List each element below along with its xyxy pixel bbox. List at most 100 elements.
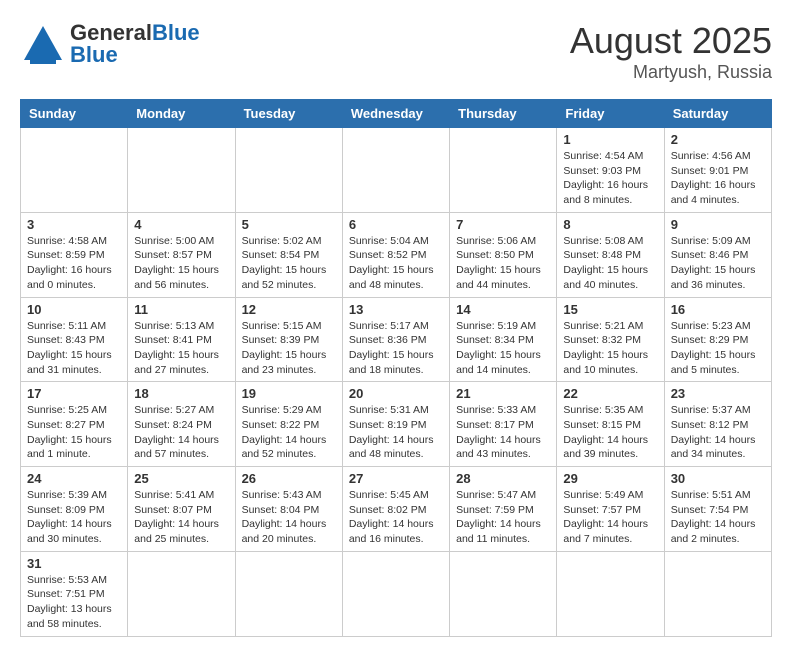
day-info: Sunrise: 4:54 AM Sunset: 9:03 PM Dayligh… [563, 149, 657, 208]
table-row: 13Sunrise: 5:17 AM Sunset: 8:36 PM Dayli… [342, 297, 449, 382]
calendar-table: Sunday Monday Tuesday Wednesday Thursday… [20, 99, 772, 637]
table-row [664, 551, 771, 636]
table-row: 1 Sunrise: 4:54 AM Sunset: 9:03 PM Daylig… [557, 128, 664, 213]
table-row: 12 Sunrise: 5:15 AM Sunset: 8:39 PM Dayli… [235, 297, 342, 382]
day-number: 3 [27, 217, 121, 232]
day-info: Sunrise: 5:25 AM Sunset: 8:27 PM Dayligh… [27, 403, 121, 462]
table-row: 28 Sunrise: 5:47 AM Sunset: 7:59 PM Dayli… [450, 467, 557, 552]
day-info: Sunrise: 5:23 AM Sunset: 8:29 PM Dayligh… [671, 319, 765, 378]
day-info: Sunrise: 5:08 AM Sunset: 8:48 PM Dayligh… [563, 234, 657, 293]
table-row: 9 Sunrise: 5:09 AM Sunset: 8:46 PM Daylig… [664, 212, 771, 297]
day-info: Sunrise: 5:31 AM Sunset: 8:19 PM Dayligh… [349, 403, 443, 462]
table-row: 5 Sunrise: 5:02 AM Sunset: 8:54 PM Daylig… [235, 212, 342, 297]
day-number: 17 [27, 386, 121, 401]
logo: GeneralBlue Blue [20, 20, 200, 68]
weekday-header-row: Sunday Monday Tuesday Wednesday Thursday… [21, 100, 772, 128]
day-info: Sunrise: 5:15 AM Sunset: 8:39 PM Dayligh… [242, 319, 336, 378]
day-number: 28 [456, 471, 550, 486]
calendar-subtitle: Martyush, Russia [570, 62, 772, 83]
day-info: Sunrise: 5:47 AM Sunset: 7:59 PM Dayligh… [456, 488, 550, 547]
header-wednesday: Wednesday [342, 100, 449, 128]
day-number: 25 [134, 471, 228, 486]
day-number: 21 [456, 386, 550, 401]
page-header: GeneralBlue Blue August 2025 Martyush, R… [20, 20, 772, 83]
day-info: Sunrise: 5:04 AM Sunset: 8:52 PM Dayligh… [349, 234, 443, 293]
day-info: Sunrise: 5:51 AM Sunset: 7:54 PM Dayligh… [671, 488, 765, 547]
day-number: 1 [563, 132, 657, 147]
table-row: 19 Sunrise: 5:29 AM Sunset: 8:22 PM Dayli… [235, 382, 342, 467]
day-number: 20 [349, 386, 443, 401]
table-row [342, 128, 449, 213]
day-number: 4 [134, 217, 228, 232]
day-number: 12 [242, 302, 336, 317]
table-row [235, 551, 342, 636]
table-row: 30 Sunrise: 5:51 AM Sunset: 7:54 PM Dayli… [664, 467, 771, 552]
day-number: 8 [563, 217, 657, 232]
table-row: 26 Sunrise: 5:43 AM Sunset: 8:04 PM Dayli… [235, 467, 342, 552]
table-row [128, 128, 235, 213]
day-info: Sunrise: 5:09 AM Sunset: 8:46 PM Dayligh… [671, 234, 765, 293]
day-info: Sunrise: 5:27 AM Sunset: 8:24 PM Dayligh… [134, 403, 228, 462]
day-number: 22 [563, 386, 657, 401]
day-number: 29 [563, 471, 657, 486]
day-info: Sunrise: 5:41 AM Sunset: 8:07 PM Dayligh… [134, 488, 228, 547]
table-row: 18 Sunrise: 5:27 AM Sunset: 8:24 PM Dayli… [128, 382, 235, 467]
table-row: 3Sunrise: 4:58 AM Sunset: 8:59 PM Daylig… [21, 212, 128, 297]
table-row [128, 551, 235, 636]
day-number: 30 [671, 471, 765, 486]
day-info: Sunrise: 5:21 AM Sunset: 8:32 PM Dayligh… [563, 319, 657, 378]
day-number: 26 [242, 471, 336, 486]
table-row: 31Sunrise: 5:53 AM Sunset: 7:51 PM Dayli… [21, 551, 128, 636]
day-number: 5 [242, 217, 336, 232]
logo-icon [20, 24, 66, 64]
header-friday: Friday [557, 100, 664, 128]
table-row [342, 551, 449, 636]
day-info: Sunrise: 5:13 AM Sunset: 8:41 PM Dayligh… [134, 319, 228, 378]
table-row: 2Sunrise: 4:56 AM Sunset: 9:01 PM Daylig… [664, 128, 771, 213]
table-row: 20 Sunrise: 5:31 AM Sunset: 8:19 PM Dayli… [342, 382, 449, 467]
header-saturday: Saturday [664, 100, 771, 128]
calendar-title: August 2025 [570, 20, 772, 62]
table-row: 16 Sunrise: 5:23 AM Sunset: 8:29 PM Dayli… [664, 297, 771, 382]
day-info: Sunrise: 5:19 AM Sunset: 8:34 PM Dayligh… [456, 319, 550, 378]
day-number: 24 [27, 471, 121, 486]
day-number: 14 [456, 302, 550, 317]
day-number: 7 [456, 217, 550, 232]
day-info: Sunrise: 5:37 AM Sunset: 8:12 PM Dayligh… [671, 403, 765, 462]
day-number: 11 [134, 302, 228, 317]
table-row: 17 Sunrise: 5:25 AM Sunset: 8:27 PM Dayli… [21, 382, 128, 467]
table-row: 15Sunrise: 5:21 AM Sunset: 8:32 PM Dayli… [557, 297, 664, 382]
day-info: Sunrise: 5:00 AM Sunset: 8:57 PM Dayligh… [134, 234, 228, 293]
table-row [557, 551, 664, 636]
header-monday: Monday [128, 100, 235, 128]
day-number: 2 [671, 132, 765, 147]
table-row: 22Sunrise: 5:35 AM Sunset: 8:15 PM Dayli… [557, 382, 664, 467]
day-number: 19 [242, 386, 336, 401]
day-number: 27 [349, 471, 443, 486]
day-info: Sunrise: 5:53 AM Sunset: 7:51 PM Dayligh… [27, 573, 121, 632]
day-number: 6 [349, 217, 443, 232]
table-row [450, 551, 557, 636]
day-info: Sunrise: 5:02 AM Sunset: 8:54 PM Dayligh… [242, 234, 336, 293]
day-info: Sunrise: 5:06 AM Sunset: 8:50 PM Dayligh… [456, 234, 550, 293]
day-number: 10 [27, 302, 121, 317]
table-row [235, 128, 342, 213]
table-row: 27 Sunrise: 5:45 AM Sunset: 8:02 PM Dayli… [342, 467, 449, 552]
header-tuesday: Tuesday [235, 100, 342, 128]
day-info: Sunrise: 5:45 AM Sunset: 8:02 PM Dayligh… [349, 488, 443, 547]
day-info: Sunrise: 5:43 AM Sunset: 8:04 PM Dayligh… [242, 488, 336, 547]
table-row: 21 Sunrise: 5:33 AM Sunset: 8:17 PM Dayli… [450, 382, 557, 467]
table-row: 10Sunrise: 5:11 AM Sunset: 8:43 PM Dayli… [21, 297, 128, 382]
day-number: 9 [671, 217, 765, 232]
table-row: 4 Sunrise: 5:00 AM Sunset: 8:57 PM Daylig… [128, 212, 235, 297]
day-number: 16 [671, 302, 765, 317]
table-row: 6 Sunrise: 5:04 AM Sunset: 8:52 PM Daylig… [342, 212, 449, 297]
day-info: Sunrise: 5:29 AM Sunset: 8:22 PM Dayligh… [242, 403, 336, 462]
day-info: Sunrise: 5:33 AM Sunset: 8:17 PM Dayligh… [456, 403, 550, 462]
header-thursday: Thursday [450, 100, 557, 128]
day-number: 23 [671, 386, 765, 401]
title-block: August 2025 Martyush, Russia [570, 20, 772, 83]
table-row: 8 Sunrise: 5:08 AM Sunset: 8:48 PM Daylig… [557, 212, 664, 297]
day-number: 18 [134, 386, 228, 401]
table-row: 24Sunrise: 5:39 AM Sunset: 8:09 PM Dayli… [21, 467, 128, 552]
